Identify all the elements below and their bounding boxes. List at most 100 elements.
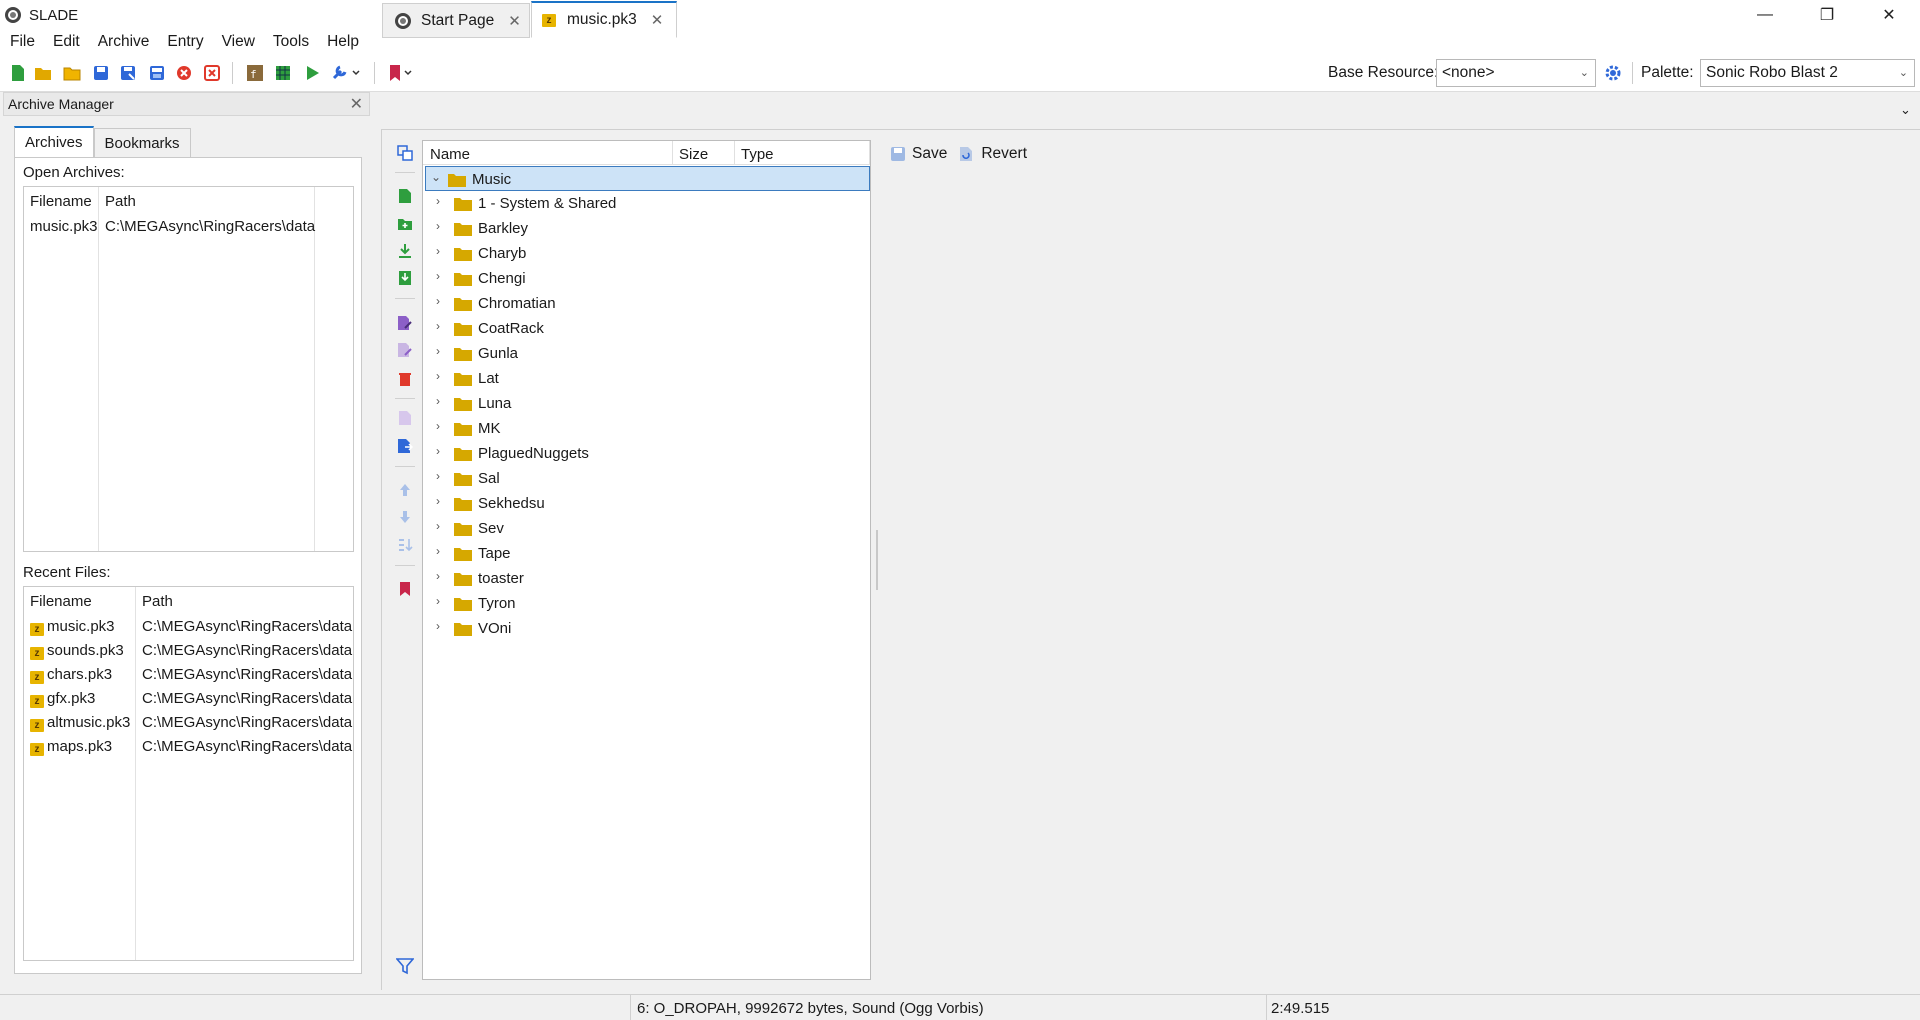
close-window-button[interactable]: ✕ [1858,0,1920,30]
tab-archives[interactable]: Archives [14,126,94,158]
column-filename[interactable]: Filename [30,593,92,610]
save-icon[interactable] [91,63,111,83]
tree-row[interactable]: › toaster [423,566,870,591]
tree-row[interactable]: › Charyb [423,241,870,266]
chevron-down-icon[interactable]: ⌄ [431,170,443,184]
tree-row[interactable]: › Sekhedsu [423,491,870,516]
close-tab-icon[interactable]: ✕ [508,12,521,30]
recent-files-list[interactable]: Filename Path z music.pk3 C:\MEGAsync\Rin… [23,586,354,961]
tree-row[interactable]: › Chromatian [423,291,870,316]
save-entry-button[interactable]: Save [890,145,947,163]
tab-music-pk3[interactable]: z music.pk3 ✕ [531,1,677,38]
menu-help[interactable]: Help [327,33,359,51]
chevron-right-icon[interactable]: › [436,619,448,633]
tree-row[interactable]: › Sev [423,516,870,541]
run-icon[interactable] [302,63,322,83]
close-tab-icon[interactable]: ✕ [651,11,664,29]
tree-row[interactable]: › Tape [423,541,870,566]
chevron-right-icon[interactable]: › [436,594,448,608]
menu-view[interactable]: View [222,33,255,51]
rename-icon[interactable] [392,313,418,333]
bookmark-dropdown-icon[interactable] [388,63,416,83]
chevron-right-icon[interactable]: › [436,269,448,283]
base-resource-select[interactable]: <none> ⌄ [1436,59,1596,87]
chevron-right-icon[interactable]: › [436,569,448,583]
tree-row-root[interactable]: ⌄ Music [425,166,870,191]
save-all-icon[interactable] [147,63,167,83]
chevron-right-icon[interactable]: › [436,419,448,433]
close-panel-icon[interactable]: ✕ [350,94,363,114]
column-filename[interactable]: Filename [30,193,92,210]
import-icon[interactable] [392,241,418,261]
chevron-right-icon[interactable]: › [436,344,448,358]
chevron-right-icon[interactable]: › [436,244,448,258]
tools-dropdown-icon[interactable] [330,63,362,83]
save-as-icon[interactable] [118,63,138,83]
open-archives-list[interactable]: Filename Path music.pk3 C:\MEGAsync\Ring… [23,186,354,552]
tab-start-page[interactable]: Start Page ✕ [382,3,530,38]
tab-list-chevron-icon[interactable]: ⌄ [1900,102,1911,118]
sort-icon[interactable] [392,535,418,555]
chevron-right-icon[interactable]: › [436,319,448,333]
tree-row[interactable]: › PlaguedNuggets [423,441,870,466]
tree-row[interactable]: › MK [423,416,870,441]
tree-row[interactable]: › Gunla [423,341,870,366]
chevron-right-icon[interactable]: › [436,519,448,533]
tree-row[interactable]: › Tyron [423,591,870,616]
chevron-right-icon[interactable]: › [436,394,448,408]
move-up-icon[interactable] [392,480,418,500]
open-dir-icon[interactable] [62,63,82,83]
bookmark-icon[interactable] [392,579,418,599]
tree-row[interactable]: › 1 - System & Shared [423,191,870,216]
menu-tools[interactable]: Tools [273,33,309,51]
chevron-right-icon[interactable]: › [436,219,448,233]
script-editor-icon[interactable]: f [245,63,265,83]
tree-row[interactable]: › VOni [423,616,870,641]
tree-row[interactable]: › Sal [423,466,870,491]
palette-select[interactable]: Sonic Robo Blast 2 ⌄ [1700,59,1915,87]
column-name[interactable]: Name [430,146,470,163]
column-type[interactable]: Type [741,146,774,163]
menu-archive[interactable]: Archive [98,33,150,51]
export-as-icon[interactable] [392,436,418,456]
tree-row[interactable]: › Barkley [423,216,870,241]
delete-icon[interactable] [392,369,418,389]
restore-button[interactable]: ❐ [1796,0,1858,30]
tab-bookmarks[interactable]: Bookmarks [93,128,191,158]
filter-icon[interactable] [392,956,418,976]
entry-tree[interactable]: Name Size Type ⌄ Music › 1 - System & Share… [422,140,871,980]
rename-each-icon[interactable] [392,340,418,360]
panel-splitter[interactable] [876,530,878,590]
column-size[interactable]: Size [679,146,708,163]
menu-edit[interactable]: Edit [53,33,80,51]
new-folder-icon[interactable] [392,214,418,234]
tree-row[interactable]: › Lat [423,366,870,391]
chevron-right-icon[interactable]: › [436,294,448,308]
chevron-right-icon[interactable]: › [436,469,448,483]
map-editor-icon[interactable] [273,63,293,83]
menu-file[interactable]: File [10,33,35,51]
import-dir-icon[interactable] [392,268,418,288]
move-down-icon[interactable] [392,507,418,527]
chevron-right-icon[interactable]: › [436,444,448,458]
export-icon[interactable] [392,408,418,428]
tree-row[interactable]: › Chengi [423,266,870,291]
close-archive-icon[interactable] [174,63,194,83]
chevron-right-icon[interactable]: › [436,194,448,208]
menu-entry[interactable]: Entry [167,33,203,51]
copy-icon[interactable] [392,143,418,163]
minimize-button[interactable]: — [1734,0,1796,30]
chevron-right-icon[interactable]: › [436,369,448,383]
tree-row[interactable]: › Luna [423,391,870,416]
column-path[interactable]: Path [105,193,136,210]
tree-row[interactable]: › CoatRack [423,316,870,341]
new-archive-icon[interactable] [8,63,28,83]
chevron-right-icon[interactable]: › [436,544,448,558]
revert-entry-button[interactable]: Revert [959,145,1027,163]
chevron-right-icon[interactable]: › [436,494,448,508]
settings-gear-icon[interactable] [1603,63,1623,83]
close-all-icon[interactable] [202,63,222,83]
column-path[interactable]: Path [142,593,173,610]
open-folder-icon[interactable] [33,63,53,83]
new-entry-icon[interactable] [392,186,418,206]
